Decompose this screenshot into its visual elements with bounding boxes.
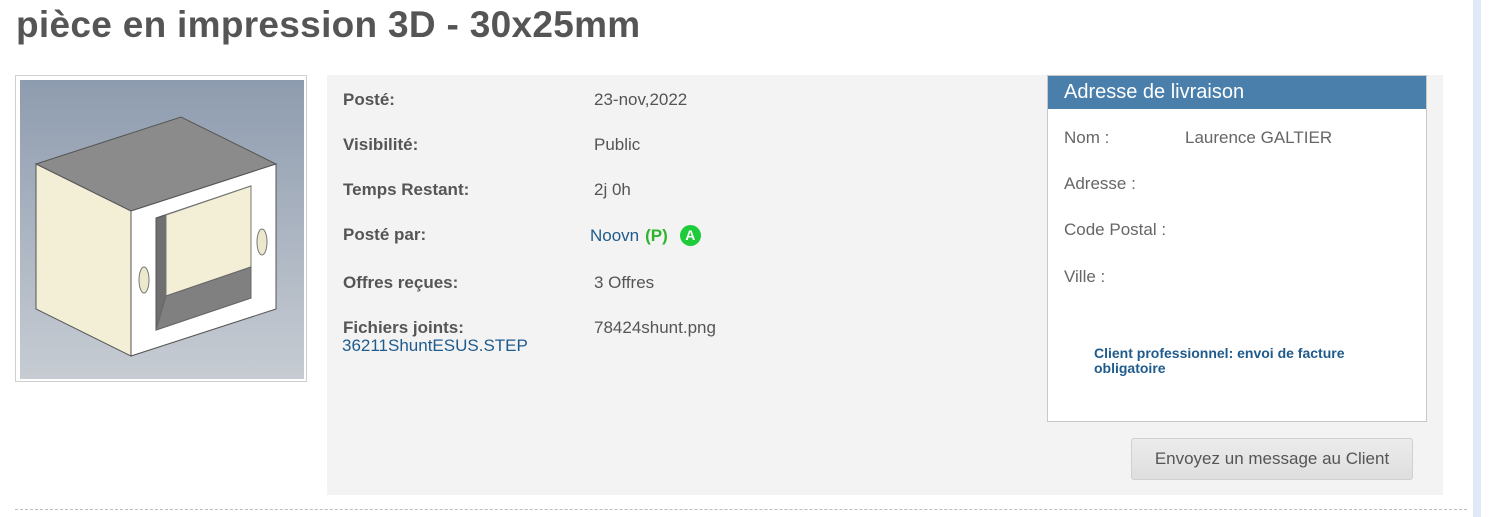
3d-part-render [20,80,304,379]
attachment-link-png[interactable]: 78424shunt.png [594,318,716,338]
visibility-label: Visibilité: [343,135,419,154]
posted-label: Posté: [343,90,395,109]
posted-by-value: Noovn (P) A [590,225,701,246]
posted-value: 23-nov,2022 [594,90,688,109]
section-divider [15,509,1467,510]
part-preview-image[interactable] [15,75,307,382]
attachment-link-step[interactable]: 36211ShuntESUS.STEP [342,336,528,356]
delivery-address-box: Adresse de livraison Nom : Laurence GALT… [1047,75,1427,422]
postal-code-label: Code Postal : [1064,220,1167,239]
page-scroll-strip [1473,0,1481,517]
professional-client-note: Client professionnel: envoi de facture o… [1094,345,1345,376]
address-label: Adresse : [1064,174,1136,193]
time-left-label: Temps Restant: [343,180,470,199]
verified-badge-icon: A [679,225,701,246]
offers-value: 3 Offres [594,273,655,292]
pro-badge: (P) [645,226,668,245]
offers-label: Offres reçues: [343,273,459,292]
posted-by-label: Posté par: [343,225,427,244]
name-value: Laurence GALTIER [1185,128,1333,147]
poster-username-link[interactable]: Noovn [590,226,639,245]
message-client-button[interactable]: Envoyez un message au Client [1131,438,1413,480]
time-left-value: 2j 0h [594,180,631,199]
delivery-header: Adresse de livraison [1048,76,1426,109]
visibility-value: Public [594,135,641,154]
name-label: Nom : [1064,128,1110,147]
page-title: pièce en impression 3D - 30x25mm [16,4,641,45]
job-info-panel: Posté: 23-nov,2022 Visibilité: Public Te… [327,75,1443,495]
attachments-label: Fichiers joints: [343,318,464,337]
city-label: Ville : [1064,267,1106,286]
